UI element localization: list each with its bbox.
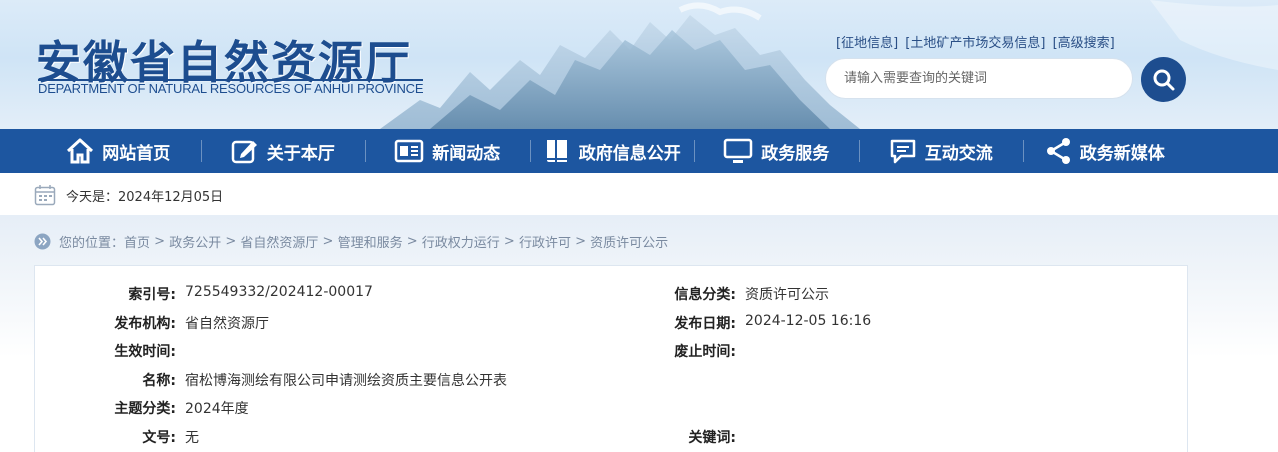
edit-icon xyxy=(231,138,259,164)
breadcrumb-admin-power[interactable]: 行政权力运行 xyxy=(422,232,500,251)
main-nav: 网站首页 关于本厅 新闻动态 政府信息公开 政务服务 互动交流 政务新媒体 xyxy=(0,129,1278,173)
keywords-label: 关键词: xyxy=(688,430,736,446)
nav-label-news: 新闻动态 xyxy=(432,143,501,164)
breadcrumb: 您的位置： 首页 > 政务公开 > 省自然资源厅 > 管理和服务 > 行政权力运… xyxy=(34,232,668,251)
nav-label-home: 网站首页 xyxy=(102,143,171,164)
docno-label: 文号: xyxy=(142,430,176,446)
topic-value: 2024年度 xyxy=(185,401,249,417)
breadcrumb-separator: > xyxy=(221,234,241,249)
today-date: 今天是：2024年12月05日 xyxy=(66,190,224,205)
nav-item-interaction[interactable]: 互动交流 xyxy=(858,129,1024,173)
breadcrumb-separator: > xyxy=(570,234,591,249)
nav-label-gov-info: 政府信息公开 xyxy=(578,143,681,164)
name-value: 宿松博海测绘有限公司申请测绘资质主要信息公开表 xyxy=(185,373,507,389)
share-icon xyxy=(1046,137,1072,165)
newspaper-icon xyxy=(394,139,424,163)
breadcrumb-separator: > xyxy=(318,234,338,249)
breadcrumb-separator: > xyxy=(402,234,422,249)
date-bar: 今天是：2024年12月05日 xyxy=(0,173,1278,215)
nav-label-about: 关于本厅 xyxy=(266,143,335,164)
index-value: 725549332/202412-00017 xyxy=(185,284,373,300)
effective-label: 生效时间: xyxy=(114,344,176,360)
nav-item-gov-info[interactable]: 政府信息公开 xyxy=(529,129,695,173)
breadcrumb-admin-license[interactable]: 行政许可 xyxy=(519,232,571,251)
land-market-link[interactable]: [土地矿产市场交易信息] xyxy=(905,36,1045,51)
topic-label: 主题分类: xyxy=(114,401,176,417)
book-icon xyxy=(543,137,571,165)
chevron-double-right-icon xyxy=(34,233,51,250)
breadcrumb-gov-affairs[interactable]: 政务公开 xyxy=(169,232,221,251)
calendar-icon xyxy=(34,184,56,210)
name-label: 名称: xyxy=(142,373,176,389)
pubdate-label: 发布日期: xyxy=(674,316,736,332)
breadcrumb-prefix: 您的位置： xyxy=(59,236,125,251)
search-icon xyxy=(1153,69,1174,90)
monitor-icon xyxy=(723,138,753,164)
category-value: 资质许可公示 xyxy=(745,287,829,303)
nav-label-services: 政务服务 xyxy=(761,143,830,164)
breadcrumb-management[interactable]: 管理和服务 xyxy=(338,232,403,251)
nav-item-new-media[interactable]: 政务新媒体 xyxy=(1023,129,1188,173)
header-banner: 安徽省自然资源厅 DEPARTMENT OF NATURAL RESOURCES… xyxy=(0,0,1278,129)
top-links: [征地信息] [土地矿产市场交易信息] [高级搜索] xyxy=(836,32,1118,51)
pubdate-value: 2024-12-05 16:16 xyxy=(745,313,872,329)
search-input[interactable] xyxy=(825,58,1133,99)
breadcrumb-separator: > xyxy=(150,234,170,249)
nav-item-news[interactable]: 新闻动态 xyxy=(365,129,530,173)
nav-item-home[interactable]: 网站首页 xyxy=(36,129,201,173)
nav-label-new-media: 政务新媒体 xyxy=(1079,143,1165,164)
advanced-search-link[interactable]: [高级搜索] xyxy=(1053,36,1115,51)
site-subtitle: DEPARTMENT OF NATURAL RESOURCES OF ANHUI… xyxy=(38,79,424,96)
docno-value: 无 xyxy=(185,430,199,446)
index-label: 索引号: xyxy=(128,287,176,303)
breadcrumb-qualification[interactable]: 资质许可公示 xyxy=(590,232,668,251)
breadcrumb-separator: > xyxy=(499,234,519,249)
nav-item-about[interactable]: 关于本厅 xyxy=(200,129,366,173)
land-acquisition-link[interactable]: [征地信息] xyxy=(836,36,898,51)
nav-label-interaction: 互动交流 xyxy=(924,143,993,164)
search-button[interactable] xyxy=(1141,57,1186,102)
home-icon xyxy=(66,138,94,164)
chat-icon xyxy=(889,137,917,165)
publisher-value: 省自然资源厅 xyxy=(185,316,269,332)
category-label: 信息分类: xyxy=(674,287,736,303)
nav-item-services[interactable]: 政务服务 xyxy=(694,129,859,173)
breadcrumb-home[interactable]: 首页 xyxy=(124,232,150,251)
publisher-label: 发布机构: xyxy=(114,316,176,332)
breadcrumb-department[interactable]: 省自然资源厅 xyxy=(240,232,318,251)
expiry-label: 废止时间: xyxy=(674,344,736,360)
